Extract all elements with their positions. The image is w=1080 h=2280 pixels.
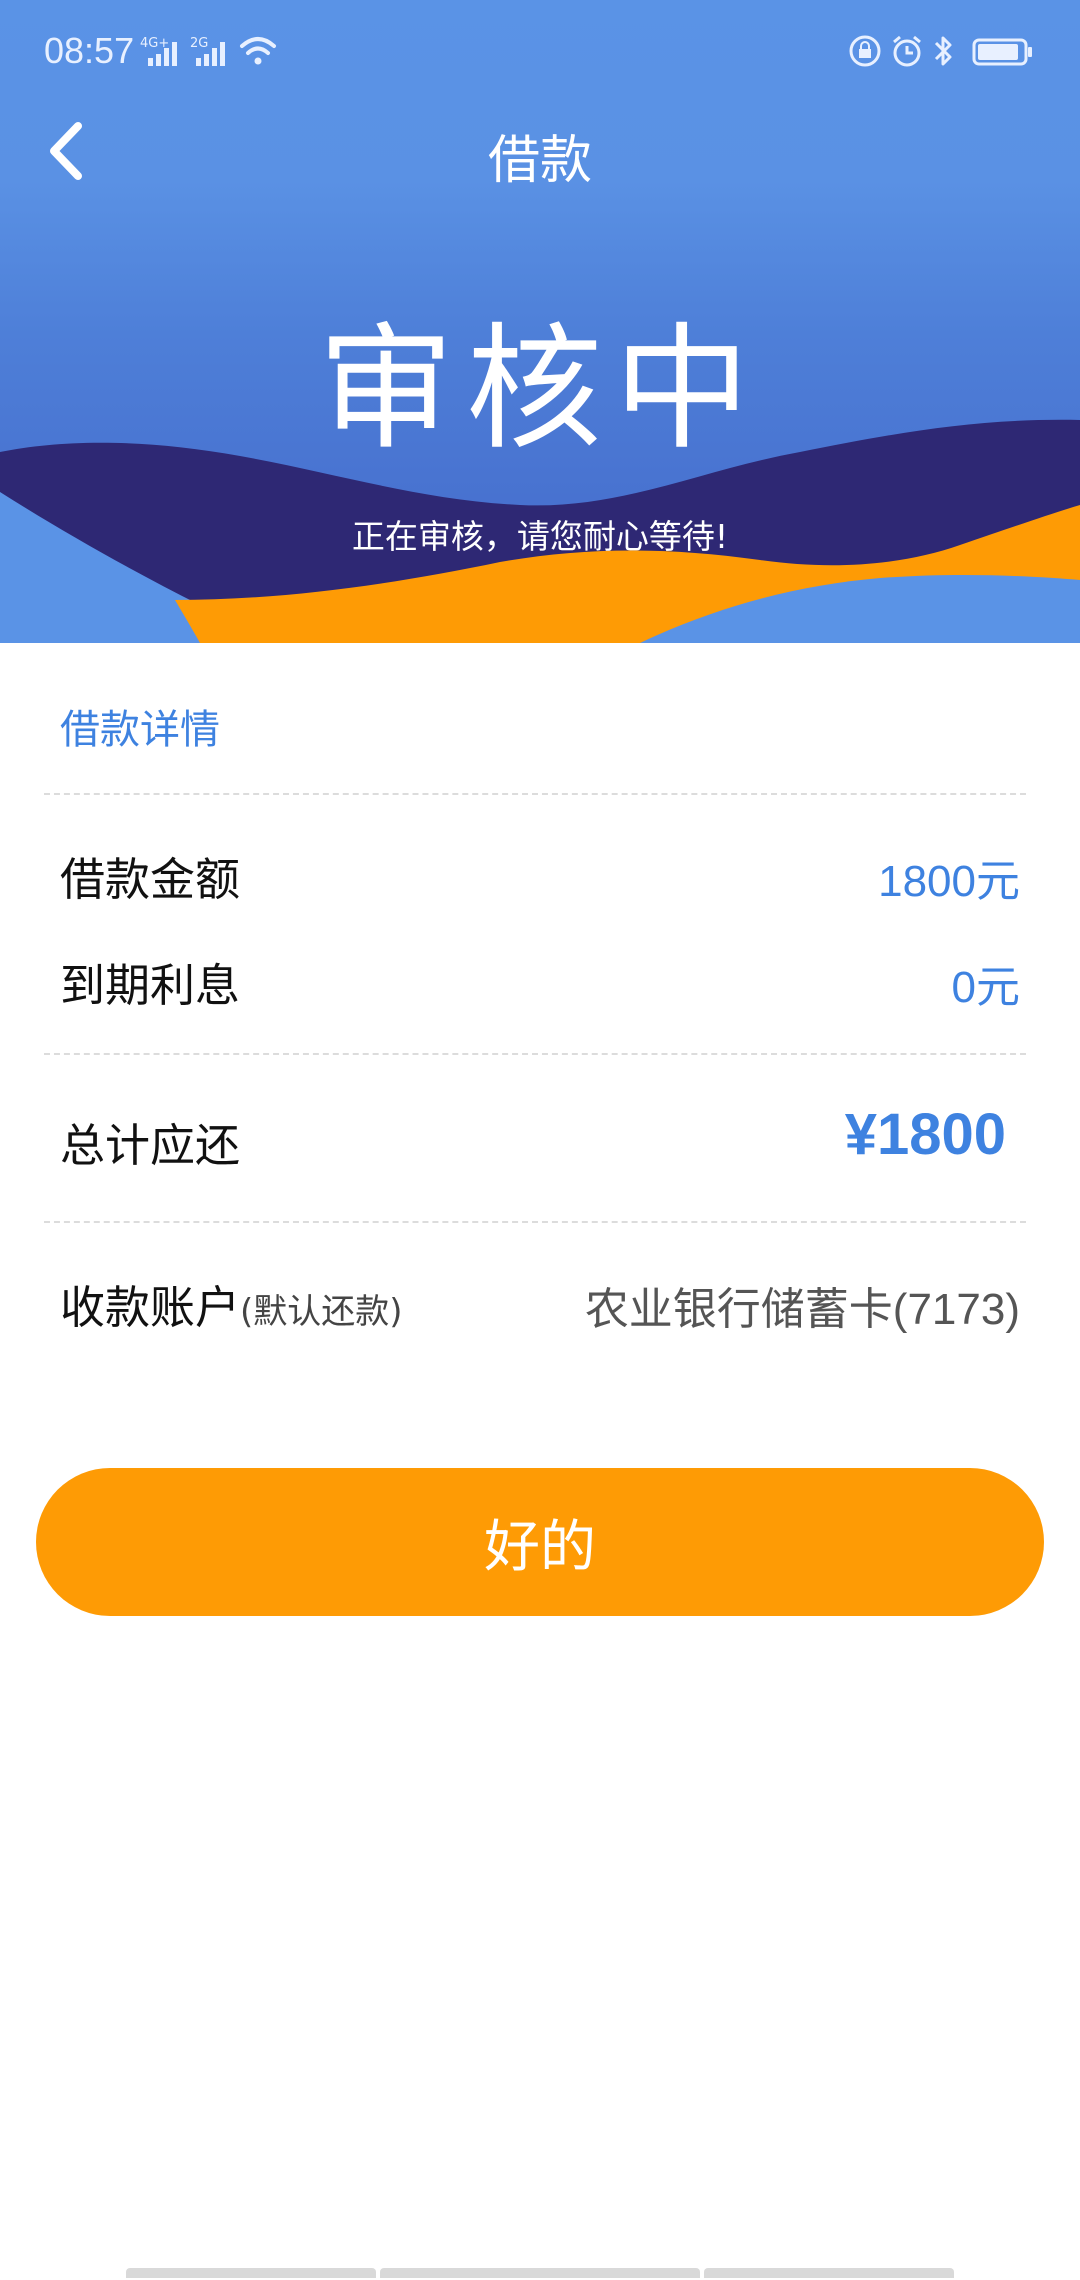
wifi-icon [240, 37, 276, 65]
header-banner: 08:57 4G+ 2G 借款 审核中 正在审核，请您耐心等待! [0, 0, 1080, 643]
alarm-icon [893, 35, 921, 67]
rotation-lock-icon [849, 35, 881, 67]
status-time: 08:57 [44, 30, 135, 71]
loan-amount-value: 1800元 [878, 857, 1020, 906]
divider [44, 1053, 1026, 1055]
status-bar: 08:57 4G+ 2G [0, 0, 1080, 110]
bluetooth-icon [934, 36, 952, 66]
network-indicator-2: 2G [190, 30, 236, 70]
loan-amount-label: 借款金额 [60, 853, 241, 906]
account-value[interactable]: 农业银行储蓄卡(7173) [585, 1273, 1020, 1337]
status-right-icons [848, 30, 1038, 70]
section-title: 借款详情 [60, 707, 220, 753]
interest-label: 到期利息 [60, 959, 241, 1012]
total-label: 总计应还 [60, 1119, 241, 1172]
signal-icon [196, 42, 225, 66]
review-status-message: 正在审核，请您耐心等待! [351, 517, 729, 556]
network-indicator-1: 4G+ [140, 30, 186, 70]
nav-gesture-bar [380, 2268, 700, 2278]
account-label: 收款账户 [60, 1281, 241, 1334]
account-hint: (默认还款) [240, 1292, 403, 1332]
page-title: 借款 [487, 131, 592, 191]
ok-button[interactable]: 好的 [36, 1468, 1044, 1616]
interest-value: 0元 [951, 963, 1020, 1012]
account-label-group: 收款账户(默认还款) [60, 1271, 403, 1336]
divider [44, 1221, 1026, 1223]
total-value: ¥1800 [844, 1102, 1006, 1167]
nav-gesture-bar [126, 2268, 376, 2278]
divider [44, 793, 1026, 795]
nav-gesture-bar [704, 2268, 954, 2278]
battery-icon [972, 38, 1032, 66]
signal-icon [148, 42, 177, 66]
review-status-title: 审核中 [318, 311, 762, 469]
